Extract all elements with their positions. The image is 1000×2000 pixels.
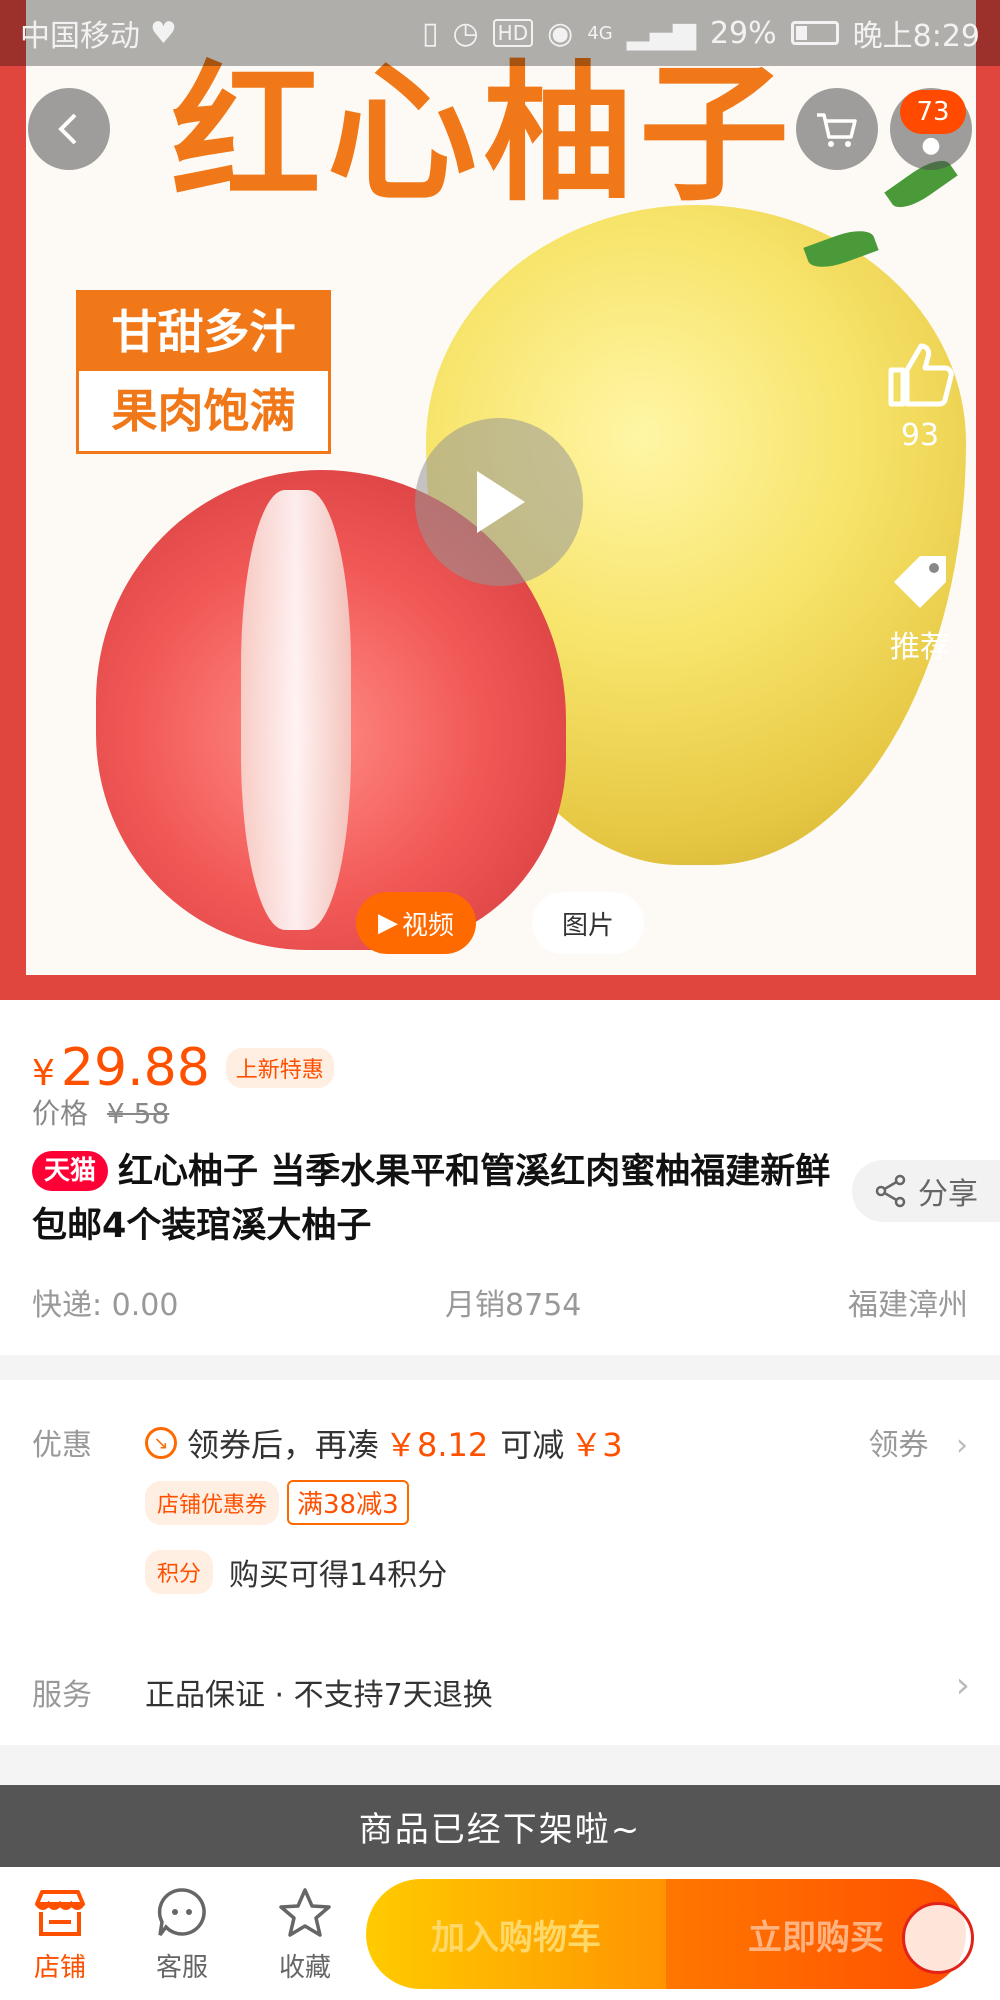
play-icon <box>477 471 525 533</box>
tab-video-label: 视频 <box>401 910 454 941</box>
back-button[interactable] <box>28 88 110 170</box>
tab-video[interactable]: ▶ 视频 <box>356 892 476 954</box>
price-row: ¥ 29.88 上新特惠 <box>32 1038 334 1098</box>
message-count-badge: 73 <box>900 90 966 134</box>
share-label: 分享 <box>918 1177 978 1212</box>
carrier-name: 中国移动 <box>20 19 140 54</box>
points-tag: 积分 <box>145 1550 214 1594</box>
currency-symbol: ¥ <box>32 1053 55 1094</box>
coupon-tags: 店铺优惠券 满38减3 <box>145 1480 409 1525</box>
get-coupon-label: 领券 <box>868 1428 929 1463</box>
clock-time: 晚上8:29 <box>852 19 980 54</box>
network-type: 4G <box>587 22 613 44</box>
eye-icon: ◉ <box>547 15 574 51</box>
coupon-row[interactable]: ↘ 领券后，再凑 ￥8.12 可减 ￥3 <box>145 1420 623 1466</box>
status-bar: 中国移动 ♥ ▯ ◷ HD ◉ 4G ▂▄▆ 29% 晚上8:29 <box>0 0 1000 66</box>
ship-from-location: 福建漳州 <box>848 1288 968 1323</box>
bottom-action-bar: 店铺 客服 收藏 加入购物车 立即购买 <box>0 1867 1000 2000</box>
battery-icon <box>790 21 839 45</box>
image-headline: 红心柚子 <box>171 48 796 222</box>
original-price-label: 价格 <box>32 1097 89 1130</box>
customer-service-label: 客服 <box>155 1953 208 1983</box>
coupon-text-a: 领券后，再凑 <box>187 1426 380 1464</box>
thumbs-up-icon <box>888 343 954 407</box>
favorite-button[interactable]: 收藏 <box>255 1885 355 1984</box>
image-feature-line1: 甘甜多汁 <box>79 293 328 371</box>
play-small-icon: ▶ <box>377 908 398 938</box>
delisted-banner: 商品已经下架啦~ <box>0 1785 1000 1867</box>
product-info-card: ¥ 29.88 上新特惠 价格 ¥ 58 天猫 红心柚子 当季水果平和管溪红肉蜜柚… <box>0 1000 1000 1355</box>
service-label: 服务 <box>32 1678 92 1713</box>
tmall-badge: 天猫 <box>32 1151 109 1191</box>
store-coupon-tag: 店铺优惠券 <box>145 1480 280 1525</box>
vibrate-icon: ▯ <box>421 15 439 51</box>
more-dot-icon: ● <box>921 132 941 158</box>
alarm-icon: ◷ <box>452 15 479 51</box>
signal-icon: ▂▄▆ <box>626 15 696 51</box>
share-icon <box>875 1174 906 1208</box>
image-feature-box: 甘甜多汁 果肉饱满 <box>76 290 331 454</box>
watermark-stamp-icon <box>902 1902 974 1974</box>
pomelo-pith-illustration <box>241 490 351 930</box>
shop-button[interactable]: 店铺 <box>10 1885 110 1984</box>
battery-percent: 29% <box>709 15 777 51</box>
share-button[interactable]: 分享 <box>852 1160 1000 1222</box>
chevron-left-icon <box>58 113 77 145</box>
tab-photo-label: 图片 <box>561 910 614 941</box>
product-title: 天猫 红心柚子 当季水果平和管溪红肉蜜柚福建新鲜包邮4个装琯溪大柚子 <box>32 1145 832 1253</box>
hd-indicator: HD <box>492 19 534 47</box>
favorite-label: 收藏 <box>278 1953 331 1983</box>
recommend-label: 推荐 <box>890 630 950 665</box>
service-text[interactable]: 正品保证 · 不支持7天退换 <box>145 1670 493 1714</box>
product-title-text: 红心柚子 当季水果平和管溪红肉蜜柚福建新鲜包邮4个装琯溪大柚子 <box>32 1152 831 1246</box>
store-coupon-value[interactable]: 满38减3 <box>287 1480 409 1525</box>
image-feature-line2: 果肉饱满 <box>111 384 296 438</box>
add-to-cart-button[interactable]: 加入购物车 <box>366 1879 666 1989</box>
play-video-button[interactable] <box>415 418 583 586</box>
star-icon <box>279 1888 331 1937</box>
store-icon <box>35 1890 85 1936</box>
coupon-discount: ￥3 <box>570 1426 623 1464</box>
get-coupon-button[interactable]: 领券 › <box>868 1420 968 1464</box>
meta-row: 快递: 0.00 月销8754 福建漳州 <box>32 1280 968 1324</box>
shipping-fee: 快递: 0.00 <box>32 1288 179 1323</box>
like-count: 93 <box>900 418 940 453</box>
recommend-button[interactable]: 推荐 <box>870 550 970 666</box>
current-price: 29.88 <box>60 1038 210 1098</box>
chat-bubble-icon <box>157 1888 206 1937</box>
points-row: 积分 购买可得14积分 <box>145 1550 447 1594</box>
like-button[interactable]: 93 <box>870 340 970 453</box>
purchase-buttons: 加入购物车 立即购买 <box>366 1879 966 1989</box>
offers-label: 优惠 <box>32 1428 92 1463</box>
coupon-text-b: 可减 <box>500 1426 565 1464</box>
chevron-right-icon: › <box>956 1428 968 1463</box>
heart-icon: ♥ <box>150 15 177 51</box>
tag-icon <box>894 556 946 608</box>
points-text: 购买可得14积分 <box>229 1558 448 1593</box>
offers-card: 优惠 ↘ 领券后，再凑 ￥8.12 可减 ￥3 领券 › 店铺优惠券 满38减3… <box>0 1380 1000 1745</box>
coupon-arrow-icon: ↘ <box>145 1427 177 1459</box>
original-price: ¥ 58 <box>106 1097 170 1130</box>
shop-label: 店铺 <box>33 1953 86 1983</box>
tab-photo[interactable]: 图片 <box>532 892 644 954</box>
promo-badge: 上新特惠 <box>225 1048 334 1088</box>
cart-button[interactable] <box>796 88 878 170</box>
cart-icon <box>817 113 857 147</box>
service-chevron-icon: › <box>955 1665 970 1706</box>
coupon-amount: ￥8.12 <box>385 1426 489 1464</box>
monthly-sales: 月销8754 <box>445 1288 582 1323</box>
original-price-row: 价格 ¥ 58 <box>32 1092 169 1132</box>
customer-service-button[interactable]: 客服 <box>132 1885 232 1984</box>
